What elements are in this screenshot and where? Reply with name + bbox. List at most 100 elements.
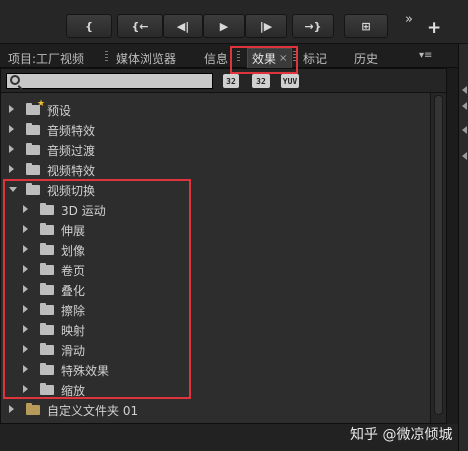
folder-icon	[40, 323, 54, 335]
tree-item-label: 叠化	[61, 284, 86, 298]
chevron-right-icon[interactable]	[23, 365, 28, 373]
tab-history[interactable]: 历史	[354, 48, 378, 68]
tree-item-label: 视频特效	[47, 164, 96, 178]
scrollbar-thumb[interactable]	[434, 95, 443, 415]
tree-row[interactable]: 音频过渡	[1, 139, 429, 159]
folder-icon	[40, 243, 54, 255]
folder-icon	[40, 283, 54, 295]
search-input[interactable]	[6, 73, 213, 89]
watermark: 知乎 @微凉倾城	[350, 427, 453, 443]
tree-item-label: 滑动	[61, 344, 86, 358]
folder-icon	[40, 363, 54, 375]
tree-row[interactable]: 伸展	[1, 219, 429, 239]
tab-effects-label: 效果	[252, 52, 277, 66]
tree-item-label: 音频过渡	[47, 144, 96, 158]
chevron-right-icon[interactable]	[23, 285, 28, 293]
tab-grip-icon[interactable]	[105, 51, 108, 63]
collapse-arrow-icon[interactable]	[462, 102, 467, 110]
tree-item-label: 缩放	[61, 384, 86, 398]
tab-grip-icon[interactable]	[293, 51, 296, 63]
tab-grip-icon[interactable]	[237, 51, 240, 63]
folder-icon	[40, 223, 54, 235]
accelerated-effects-filter[interactable]: 32	[223, 74, 239, 88]
transport-bar: { {← ◀| ▶ |▶ →} ⊞ » +	[0, 0, 468, 44]
tree-row[interactable]: 滑动	[1, 339, 429, 359]
chevron-right-icon[interactable]	[9, 125, 14, 133]
collapse-arrow-icon[interactable]	[462, 86, 467, 94]
tree-item-label: 预设	[47, 104, 72, 118]
right-panel-edge	[458, 44, 468, 451]
chevron-right-icon[interactable]	[23, 225, 28, 233]
chevron-right-icon[interactable]	[9, 145, 14, 153]
tree-item-label: 擦除	[61, 304, 86, 318]
add-button-icon[interactable]: +	[427, 18, 441, 38]
panel-menu-icon[interactable]: ▾≡	[419, 50, 432, 61]
step-back-button[interactable]: ◀|	[163, 14, 203, 38]
folder-icon	[26, 143, 40, 155]
tab-markers[interactable]: 标记	[303, 48, 327, 68]
tree-row[interactable]: 卷页	[1, 259, 429, 279]
tree-item-label: 3D 运动	[61, 204, 106, 218]
tree-row[interactable]: 视频特效	[1, 159, 429, 179]
chevron-right-icon[interactable]	[23, 245, 28, 253]
effects-tree: ★ 预设音频特效音频过渡视频特效视频切换 3D 运动伸展划像卷页叠化擦除 映射滑动 特殊…	[1, 93, 429, 423]
folder-icon	[26, 183, 40, 195]
chevron-down-icon[interactable]	[9, 187, 17, 192]
star-icon: ★	[37, 99, 46, 109]
search-row: 32 32 YUV	[1, 69, 446, 93]
collapse-arrow-icon[interactable]	[462, 126, 467, 134]
tree-row[interactable]: 特殊效果	[1, 359, 429, 379]
play-button[interactable]: ▶	[203, 14, 245, 38]
tree-item-label: 自定义文件夹 01	[47, 404, 139, 418]
tab-info[interactable]: 信息	[204, 48, 228, 68]
vertical-scrollbar[interactable]	[430, 93, 446, 423]
chevron-right-icon[interactable]	[9, 165, 14, 173]
yuv-effects-filter[interactable]: YUV	[281, 74, 299, 88]
folder-icon	[40, 303, 54, 315]
chevron-right-icon[interactable]	[23, 385, 28, 393]
more-controls-icon[interactable]: »	[405, 12, 413, 27]
tab-media-browser[interactable]: 媒体浏览器	[116, 48, 176, 68]
chevron-right-icon[interactable]	[23, 205, 28, 213]
tree-item-label: 伸展	[61, 224, 86, 238]
tree-item-label: 视频切换	[47, 184, 96, 198]
tree-item-label: 卷页	[61, 264, 86, 278]
close-icon[interactable]: ×	[279, 53, 287, 64]
chevron-right-icon[interactable]	[9, 105, 14, 113]
tree-row[interactable]: 视频切换	[1, 179, 429, 199]
folder-icon	[40, 343, 54, 355]
panel-tab-bar: 项目:工厂视频 媒体浏览器 信息 效果 × 标记 历史 ▾≡	[0, 44, 458, 68]
custom-folder-icon	[26, 403, 40, 415]
chevron-right-icon[interactable]	[23, 305, 28, 313]
step-forward-button[interactable]: |▶	[245, 14, 287, 38]
tree-item-label: 音频特效	[47, 124, 96, 138]
collapse-arrow-icon[interactable]	[462, 152, 467, 160]
go-to-out-button[interactable]: →}	[292, 14, 334, 38]
tree-row[interactable]: 自定义文件夹 01	[1, 399, 429, 419]
effects-panel: 32 32 YUV ★ 预设音频特效音频过渡视频特效视频切换 3D 运动伸展划像卷页…	[0, 68, 447, 424]
tab-effects[interactable]: 效果 ×	[247, 48, 293, 68]
go-to-in-button[interactable]: {←	[117, 14, 163, 38]
folder-icon	[40, 203, 54, 215]
folder-icon	[26, 123, 40, 135]
chevron-right-icon[interactable]	[23, 325, 28, 333]
chevron-right-icon[interactable]	[23, 265, 28, 273]
tree-row[interactable]: 划像	[1, 239, 429, 259]
mark-in-button[interactable]: {	[66, 14, 112, 38]
folder-icon	[40, 383, 54, 395]
chevron-right-icon[interactable]	[9, 405, 14, 413]
tree-row[interactable]: 缩放	[1, 379, 429, 399]
tree-item-label: 划像	[61, 244, 86, 258]
tree-row[interactable]: 音频特效	[1, 119, 429, 139]
insert-button[interactable]: ⊞	[344, 14, 388, 38]
chevron-right-icon[interactable]	[23, 345, 28, 353]
tree-row[interactable]: 叠化	[1, 279, 429, 299]
tree-row[interactable]: 擦除	[1, 299, 429, 319]
tree-row[interactable]: 映射	[1, 319, 429, 339]
search-icon	[10, 75, 20, 85]
tree-row[interactable]: 3D 运动	[1, 199, 429, 219]
folder-icon	[40, 263, 54, 275]
32bit-effects-filter[interactable]: 32	[252, 74, 270, 88]
tree-row[interactable]: ★ 预设	[1, 99, 429, 119]
tab-project[interactable]: 项目:工厂视频	[8, 48, 84, 68]
